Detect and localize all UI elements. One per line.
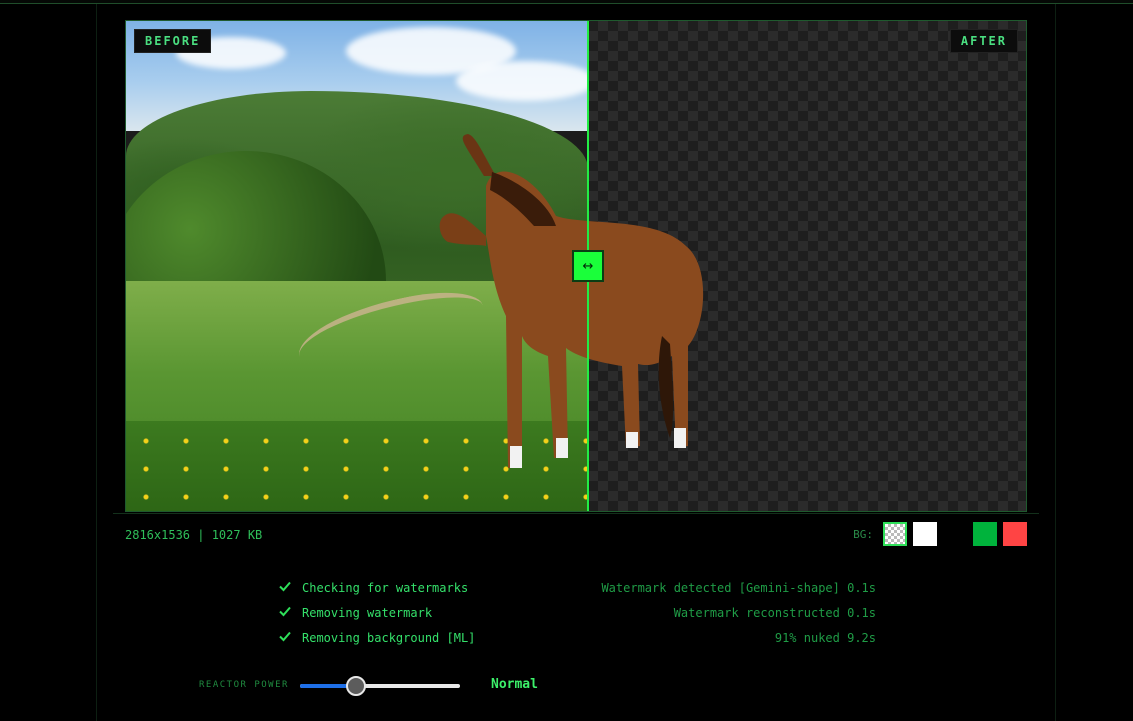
before-label: BEFORE [134, 29, 212, 53]
process-step: Removing watermark Watermark reconstruct… [278, 603, 878, 628]
reactor-power-value: Normal [491, 677, 538, 692]
bg-swatch-red[interactable] [1003, 522, 1027, 546]
bg-picker-label: BG: [853, 527, 873, 541]
image-info-bar: 2816x1536 | 1027 KB BG: [113, 513, 1039, 553]
horse-subject [439, 134, 704, 469]
arrows-horizontal-icon: ↔ [582, 258, 594, 274]
check-icon [279, 581, 291, 592]
comparison-viewer[interactable]: ↔ BEFORE AFTER [125, 20, 1027, 512]
reactor-power-label: REACTOR POWER [199, 680, 289, 690]
check-icon [279, 631, 291, 642]
step-label: Removing background [ML] [302, 631, 476, 645]
process-step: Removing background [ML] 91% nuked 9.2s [278, 628, 878, 653]
step-label: Removing watermark [302, 606, 433, 620]
after-label: AFTER [949, 29, 1018, 53]
reactor-power-control: REACTOR POWER Normal [199, 674, 559, 698]
step-result: Watermark detected [Gemini-shape] 0.1s [601, 581, 876, 595]
reactor-power-slider[interactable] [300, 676, 460, 696]
split-handle[interactable]: ↔ [572, 250, 604, 282]
check-icon [279, 606, 291, 617]
process-step: Checking for watermarks Watermark detect… [278, 578, 878, 603]
bg-swatch-white[interactable] [913, 522, 937, 546]
image-dimensions: 2816x1536 | 1027 KB [125, 528, 263, 542]
step-label: Checking for watermarks [302, 581, 469, 595]
bg-swatch-green[interactable] [973, 522, 997, 546]
background-picker: BG: [853, 522, 1027, 546]
bg-swatch-black[interactable] [943, 522, 967, 546]
step-result: 91% nuked 9.2s [774, 631, 876, 645]
slider-thumb[interactable] [346, 676, 366, 696]
step-result: Watermark reconstructed 0.1s [673, 606, 876, 620]
process-steps: Checking for watermarks Watermark detect… [278, 578, 878, 653]
bg-swatch-transparent[interactable] [883, 522, 907, 546]
